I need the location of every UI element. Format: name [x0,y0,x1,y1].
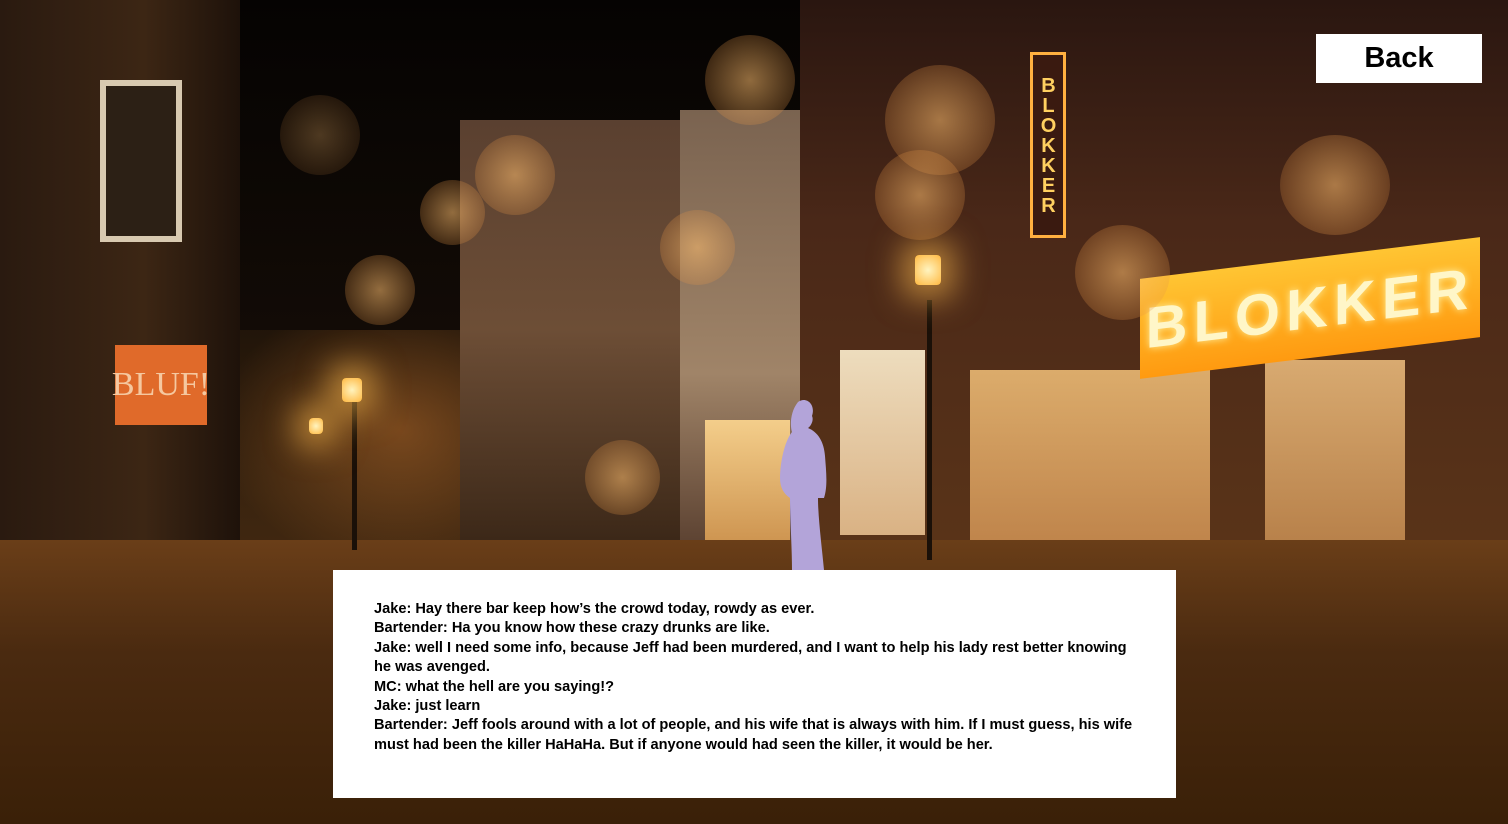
rain-drop-bokeh [420,180,485,245]
blokker-vertical-sign: BLOKKER [1030,52,1066,238]
dialog-line: Bartender: Jeff fools around with a lot … [374,717,1133,753]
bluf-sign: BLUF! [112,345,210,425]
rain-drop-bokeh [475,135,555,215]
lamp-pole [927,300,932,560]
rain-drop-bokeh [585,440,660,515]
rain-drop-bokeh [1075,225,1170,320]
rain-drop-bokeh [345,255,415,325]
rain-drop-bokeh [280,95,360,175]
character-silhouette [780,399,827,570]
rain-drop-bokeh [660,210,735,285]
rain-drop-bokeh [1280,135,1390,235]
rain-drop-bokeh [705,35,795,125]
dialog-line: Bartender: Ha you know how these crazy d… [374,620,770,637]
dialog-line: Jake: well I need some info, because Jef… [374,639,1127,676]
left-building-window [100,80,182,242]
street-lamp [342,378,362,402]
dialog-line: MC: what the hell are you saying!? [374,678,615,695]
rain-drop-bokeh [875,150,965,240]
street-lamp [915,255,941,285]
street-lamp [309,418,323,434]
lamp-pole [352,400,357,550]
dialog-line: Jake: Hay there bar keep how’s the crowd… [374,601,815,617]
shop-window-bright [840,350,925,535]
dialog-box: Jake: Hay there bar keep how’s the crowd… [333,570,1176,798]
dialog-line: Jake: just learn [374,698,481,715]
back-button[interactable]: Back [1316,34,1482,83]
